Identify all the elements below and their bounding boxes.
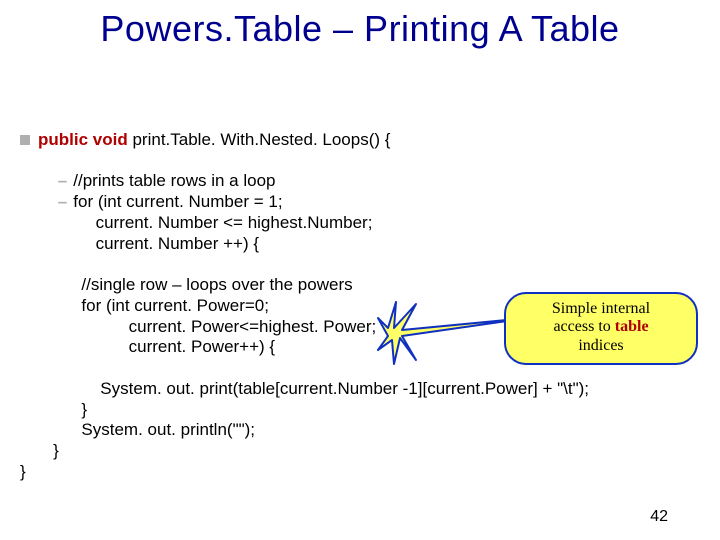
code-line: public void print.Table. With.Nested. Lo… [20,130,700,151]
callout-text: access to [553,318,614,335]
code-text: current. Power++) { [129,337,275,356]
dash-icon: – [58,192,67,213]
code-text: for (int current. Power=0; [81,296,269,315]
code-text: } [20,462,26,481]
blank-line [20,151,700,172]
code-line: –for (int current. Number = 1; [20,192,700,213]
code-line: –//prints table rows in a loop [20,171,700,192]
blank-line [20,254,700,275]
callout-text: Simple internal [552,300,650,317]
callout-text: indices [578,337,623,354]
code-text: } [81,400,87,419]
dash-icon: – [58,171,67,192]
code-text: current. Number ++) { [96,234,259,253]
code-line: current. Number ++) { [20,234,700,255]
title-wrap: Powers.Table – Printing A Table [0,8,720,50]
callout-bubble: Simple internal access to table indices [504,292,698,365]
slide-title: Powers.Table – Printing A Table [100,8,619,49]
code-line: System. out. print(table[current.Number … [20,379,700,400]
keyword: public [38,130,88,149]
code-line: current. Number <= highest.Number; [20,213,700,234]
code-text: } [53,441,59,460]
code-text: current. Power<=highest. Power; [129,317,377,336]
code-line: } [20,441,700,462]
code-text: print.Table. With.Nested. Loops() { [128,130,391,149]
code-text: for (int current. Number = 1; [73,192,282,211]
code-line: System. out. println(""); [20,420,700,441]
bullet-square-icon [20,135,30,145]
slide-number: 42 [650,508,668,526]
code-text: System. out. println(""); [81,420,255,439]
code-text: //single row – loops over the powers [81,275,352,294]
code-text: //prints table rows in a loop [73,171,275,190]
slide: Powers.Table – Printing A Table public v… [0,0,720,540]
keyword: void [93,130,128,149]
code-text: System. out. print(table[current.Number … [100,379,589,398]
code-line: } [20,462,700,483]
code-text: current. Number <= highest.Number; [96,213,373,232]
callout-keyword: table [615,318,649,335]
code-line: } [20,400,700,421]
